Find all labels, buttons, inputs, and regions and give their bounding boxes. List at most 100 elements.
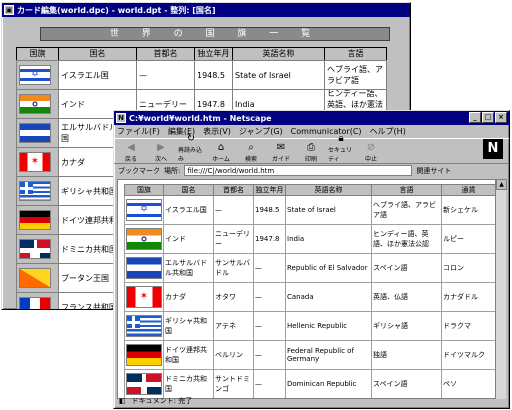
home-button[interactable]: ⌂ ホーム: [208, 142, 234, 164]
page-content: 国旗 国名 首都名 独立年月 英語名称 言語 通貨 ✡ イスラエル国 —1948.5…: [117, 179, 497, 399]
germany-flag-icon: [19, 210, 51, 230]
dominican-flag-icon: [19, 239, 51, 259]
back-button[interactable]: ◀ 戻る: [118, 142, 144, 164]
back-label: 戻る: [124, 156, 137, 163]
cell-year: 1947.8: [253, 224, 286, 254]
bhutan-flag-icon: [19, 268, 51, 288]
table-row: ドミニカ共和国 サントドミンゴ — Dominican Republic スペイン語 ペソ: [124, 369, 496, 398]
cell-currency: 新シェケル: [441, 195, 496, 225]
card-header-year: 独立年月: [194, 47, 233, 61]
home-icon: ⌂: [217, 142, 225, 153]
security-button[interactable]: 🔒︎ セキュリティ: [328, 133, 354, 164]
cell-currency: コロン: [441, 253, 496, 283]
card-flag-cell: [16, 263, 59, 293]
home-label: ホーム: [212, 156, 230, 163]
cell-language: スペイン語: [371, 253, 442, 283]
cell-name: ドイツ連邦共和国: [163, 340, 214, 370]
reload-icon: ↻: [186, 133, 196, 144]
flag-cell: [124, 369, 164, 398]
print-label: 印刷: [304, 156, 317, 163]
cell-currency: ドラクマ: [441, 311, 496, 341]
cell-name: ドミニカ共和国: [163, 369, 214, 398]
card-editor-titlebar[interactable]: ▣ カード編集(world.dpc) - world.dpt - 整列: [国名…: [2, 3, 410, 17]
cell-name: イスラエル国: [163, 195, 214, 225]
reload-button[interactable]: ↻ 再読み込み: [178, 133, 204, 164]
cell-capital: —: [213, 195, 254, 225]
menu-bar: ファイル(F) 編集(E) 表示(V) ジャンプ(G) Communicator…: [114, 125, 509, 138]
lock-icon: 🔒︎: [338, 133, 344, 144]
scroll-up-icon[interactable]: ▲: [496, 179, 507, 190]
th-flag: 国旗: [124, 184, 164, 196]
countries-table: 国旗 国名 首都名 独立年月 英語名称 言語 通貨 ✡ イスラエル国 —1948.5…: [124, 184, 496, 398]
table-row: ✡ イスラエル国 —1948.5 State of Israel ヘブライ語、アラビア語…: [124, 195, 496, 225]
bookmark-button[interactable]: ブックマーク: [118, 166, 160, 176]
location-label: 場所:: [164, 166, 181, 175]
card-flag-cell: ✶: [16, 147, 59, 177]
maximize-button[interactable]: □: [482, 112, 494, 123]
menu-go[interactable]: ジャンプ(G): [239, 126, 283, 137]
minimize-button[interactable]: _: [469, 112, 481, 123]
menu-file[interactable]: ファイル(F): [117, 126, 160, 137]
forward-button[interactable]: ▶ 次へ: [148, 142, 174, 164]
card-header-row: 国旗 国名 首都名 独立年月 英語名称 言語: [16, 47, 387, 61]
card-flag-cell: ✡: [16, 60, 59, 90]
dominican-flag-icon: [126, 373, 162, 395]
cell-currency: ルピー: [441, 224, 496, 254]
cell-english: Republic of El Salvador: [285, 253, 372, 283]
greece-flag-icon: [126, 315, 162, 337]
el-salvador-flag-icon: [126, 257, 162, 279]
netscape-window[interactable]: N C:¥world¥world.htm - Netscape _ □ × ファ…: [113, 110, 510, 409]
cell-english: Federal Republic of Germany: [285, 340, 372, 370]
flag-cell: [124, 224, 164, 254]
banner-title: 世 界 の 国 旗 一 覧: [40, 27, 390, 41]
cell-name: ギリシャ共和国: [163, 311, 214, 341]
related-sites-button[interactable]: 関連サイト: [416, 166, 451, 176]
cell-capital: オタワ: [213, 282, 254, 312]
el-salvador-flag-icon: [19, 123, 51, 143]
th-year: 独立年月: [253, 184, 286, 196]
card-flag-cell: [16, 176, 59, 206]
cell-currency: カナダドル: [441, 282, 496, 312]
card-flag-cell: [16, 89, 59, 119]
cell-year: —: [253, 282, 286, 312]
security-label: セキュリティ: [328, 147, 353, 163]
print-button[interactable]: ⎙ 印刷: [298, 142, 324, 164]
back-arrow-icon: ◀: [127, 142, 135, 153]
close-button[interactable]: ×: [495, 112, 507, 123]
vertical-scrollbar[interactable]: ▲: [495, 179, 507, 399]
location-input[interactable]: [184, 165, 413, 176]
flag-cell: [124, 253, 164, 283]
cell-english: India: [285, 224, 372, 254]
countries-table-body: ✡ イスラエル国 —1948.5 State of Israel ヘブライ語、アラビア語…: [124, 195, 496, 398]
card-header-flag: 国旗: [16, 47, 59, 61]
card-cell-year: 1948.5: [194, 60, 233, 90]
card-flag-cell: [16, 118, 59, 148]
table-row: インド ニューデリー 1947.8 India ヒンディー語、英語、ほか憲法公認 ルピー: [124, 224, 496, 254]
status-bar: ◧ ドキュメント: 完了: [117, 396, 508, 406]
greece-flag-icon: [19, 181, 51, 201]
th-english: 英語名称: [285, 184, 372, 196]
cell-capital: サンサルバドル: [213, 253, 254, 283]
menu-view[interactable]: 表示(V): [203, 126, 231, 137]
netscape-titlebar[interactable]: N C:¥world¥world.htm - Netscape _ □ ×: [114, 111, 509, 125]
stop-icon: ⊘: [366, 142, 376, 153]
stop-button[interactable]: ⊘ 中止: [358, 142, 384, 164]
netscape-title: C:¥world¥world.htm - Netscape: [129, 113, 272, 123]
card-header-capital: 首都名: [136, 47, 195, 61]
flag-cell: ✶: [124, 282, 164, 312]
india-flag-icon: [126, 228, 162, 250]
table-header-row: 国旗 国名 首都名 独立年月 英語名称 言語 通貨: [124, 184, 496, 196]
cell-language: ヘブライ語、アラビア語: [371, 195, 442, 225]
germany-flag-icon: [126, 344, 162, 366]
cell-language: スペイン語: [371, 369, 442, 398]
search-button[interactable]: ⌕ 検索: [238, 142, 264, 164]
cell-year: —: [253, 340, 286, 370]
menu-help[interactable]: ヘルプ(H): [370, 126, 406, 137]
guide-button[interactable]: ✉ ガイド: [268, 142, 294, 164]
card-header-language: 言語: [324, 47, 387, 61]
card-cell-name: イスラエル国: [58, 60, 137, 90]
card-row[interactable]: ✡ イスラエル国 —1948.5 State of Israel ヘブライ語、アラビア語: [16, 60, 387, 90]
table-row: ✶ カナダ オタワ — Canada 英語、仏語 カナダドル: [124, 282, 496, 312]
cell-english: State of Israel: [285, 195, 372, 225]
cell-language: ギリシャ語: [371, 311, 442, 341]
